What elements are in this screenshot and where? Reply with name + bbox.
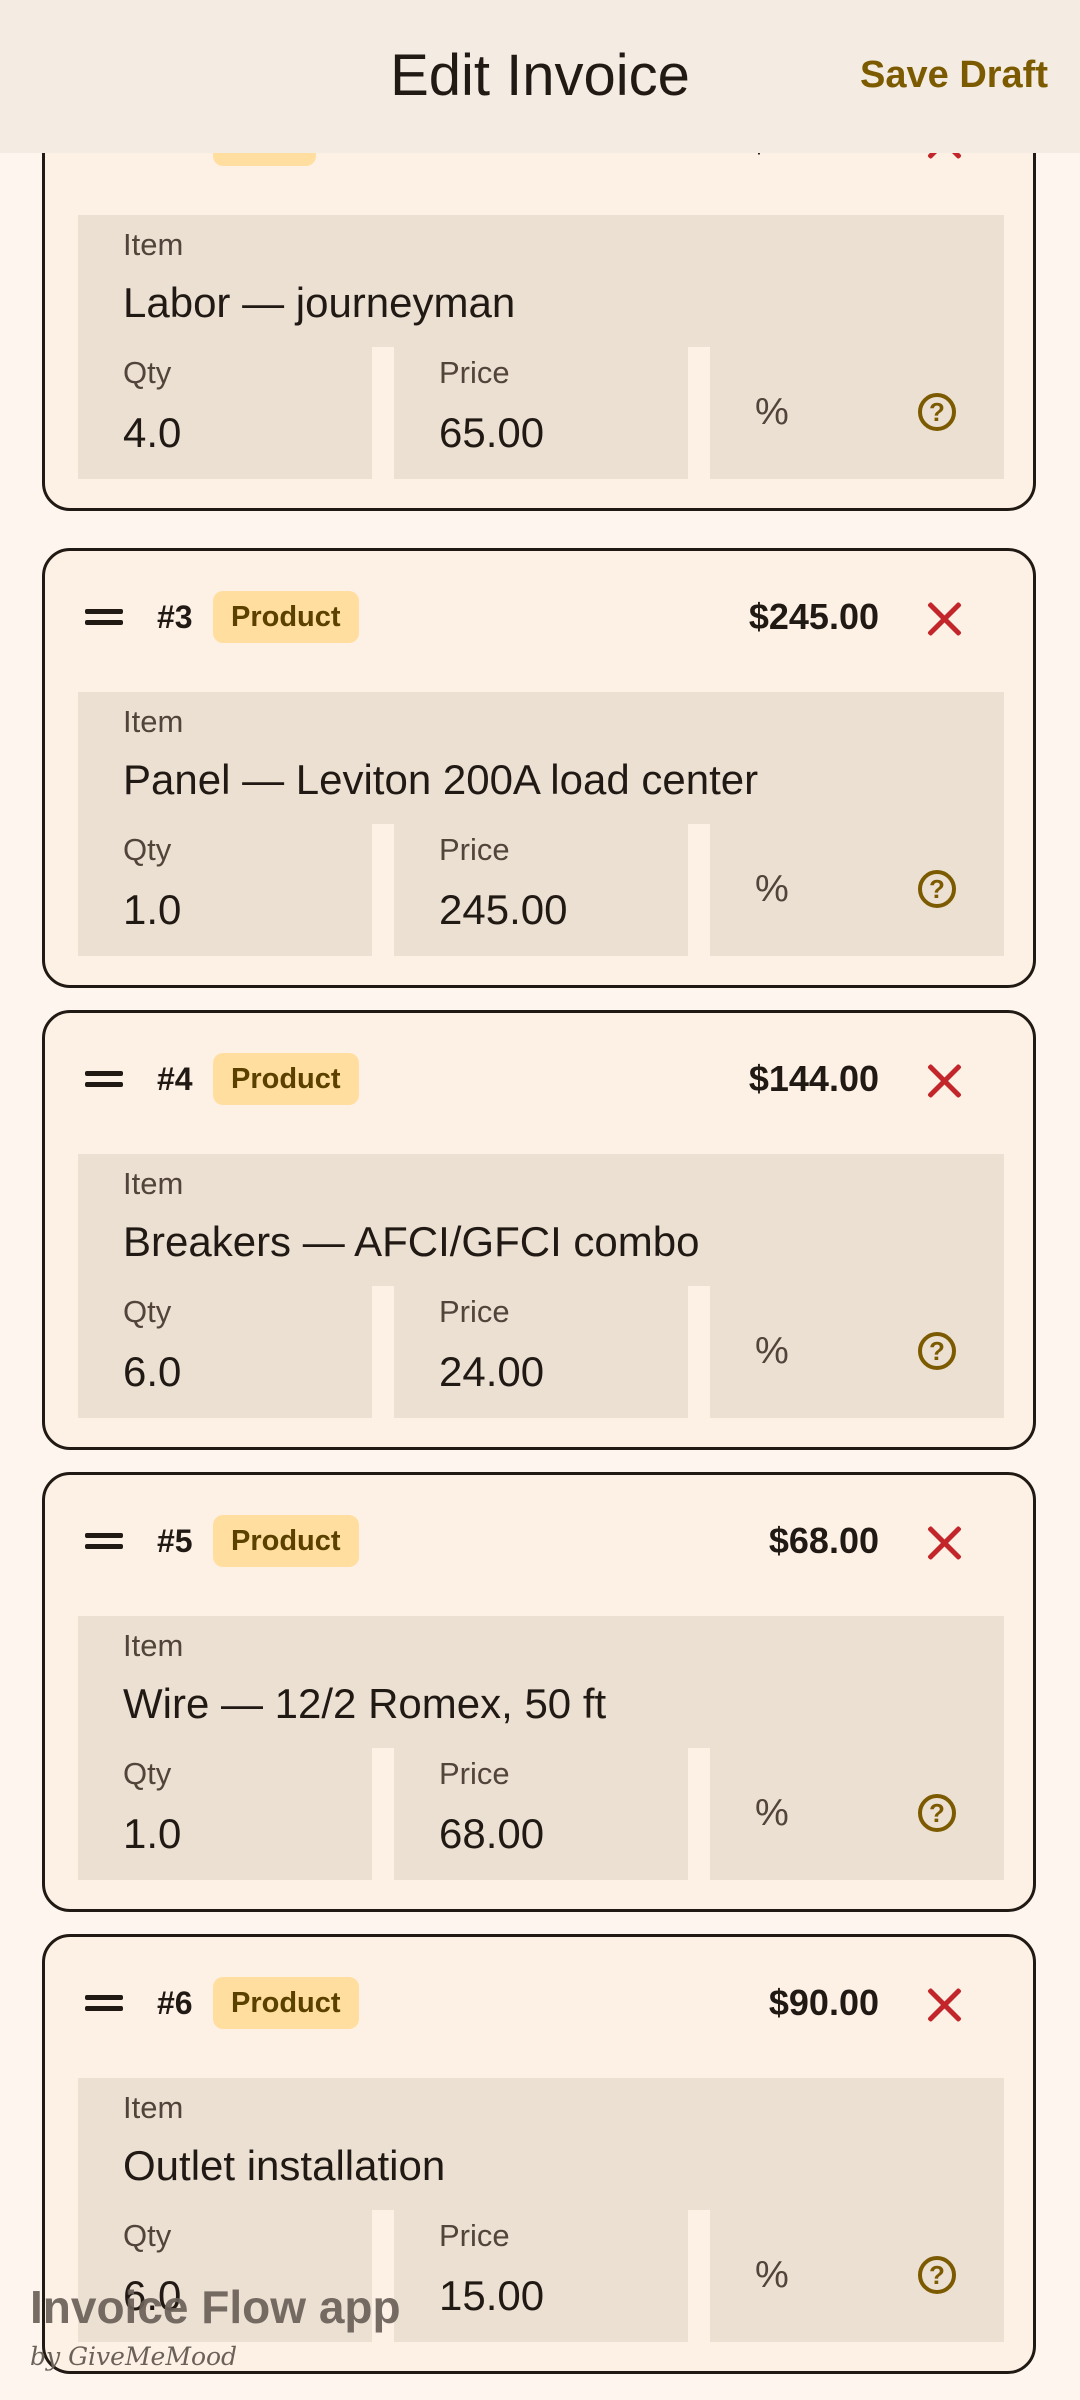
remove-item-icon[interactable] <box>927 1525 963 1561</box>
discount-field[interactable]: % ? <box>710 1286 1004 1418</box>
qty-field[interactable]: Qty 1.0 <box>78 1748 372 1880</box>
price-field[interactable]: Price 24.00 <box>394 1286 688 1418</box>
price-field[interactable]: Price 15.00 <box>394 2210 688 2342</box>
price-field-label: Price <box>439 832 510 867</box>
price-field-value: 15.00 <box>439 2272 545 2319</box>
price-field[interactable]: Price 68.00 <box>394 1748 688 1880</box>
line-item-number: #6 <box>157 1985 193 2021</box>
watermark-title: Invoice Flow app <box>30 2281 401 2333</box>
help-icon[interactable]: ? <box>918 2256 956 2294</box>
qty-field-value: 4.0 <box>123 409 182 456</box>
price-field[interactable]: Price 65.00 <box>394 347 688 479</box>
help-icon[interactable]: ? <box>918 393 956 431</box>
price-field-value: 245.00 <box>439 886 568 933</box>
discount-field[interactable]: % ? <box>710 824 1004 956</box>
item-field-value: Panel — Leviton 200A load center <box>123 756 759 803</box>
line-item-number: #4 <box>157 1061 193 1097</box>
line-item-total: $245.00 <box>748 596 879 637</box>
item-field-value: Wire — 12/2 Romex, 50 ft <box>123 1680 607 1727</box>
line-item-header: #6 Product $90.00 <box>45 1937 1033 2067</box>
item-field-value: Outlet installation <box>123 2142 446 2189</box>
line-item-header: #4 Product $144.00 <box>45 1013 1033 1143</box>
item-field[interactable]: Item Outlet installation <box>78 2078 1004 2210</box>
price-field-value: 65.00 <box>439 409 545 456</box>
drag-handle-icon[interactable] <box>85 1531 123 1551</box>
line-item-number: #5 <box>157 1523 193 1559</box>
percent-suffix: % <box>755 391 789 433</box>
item-field[interactable]: Item Wire — 12/2 Romex, 50 ft <box>78 1616 1004 1748</box>
remove-item-icon[interactable] <box>927 1063 963 1099</box>
item-field-label: Item <box>123 1166 184 1201</box>
help-icon[interactable]: ? <box>918 1332 956 1370</box>
drag-handle-icon[interactable] <box>85 1069 123 1089</box>
save-draft-button[interactable]: Save Draft <box>860 54 1048 97</box>
line-item-card: #5 Product $68.00 Item Wire — 12/2 Romex… <box>42 1472 1036 1912</box>
qty-field-label: Qty <box>123 1294 172 1329</box>
line-item-header: #3 Product $245.00 <box>45 551 1033 681</box>
line-item-card: #3 Product $245.00 Item Panel — Leviton … <box>42 548 1036 988</box>
line-item-total: $90.00 <box>768 1982 879 2023</box>
qty-field[interactable]: Qty 4.0 <box>78 347 372 479</box>
qty-field-label: Qty <box>123 2218 172 2253</box>
drag-handle-icon[interactable] <box>85 607 123 627</box>
price-field-label: Price <box>439 355 510 390</box>
item-field-label: Item <box>123 1628 184 1663</box>
item-field-label: Item <box>123 227 184 262</box>
item-type-badge: Product <box>213 1977 359 2029</box>
item-field-value: Breakers — AFCI/GFCI combo <box>123 1218 700 1265</box>
price-field-label: Price <box>439 1294 510 1329</box>
qty-field-value: 6.0 <box>123 1348 182 1395</box>
discount-field[interactable]: % ? <box>710 347 1004 479</box>
drag-handle-icon[interactable] <box>85 1993 123 2013</box>
item-field-label: Item <box>123 704 184 739</box>
qty-field-value: 1.0 <box>123 1810 182 1857</box>
item-field[interactable]: Item Panel — Leviton 200A load center <box>78 692 1004 824</box>
help-icon[interactable]: ? <box>918 1794 956 1832</box>
line-item-total: $144.00 <box>748 1058 879 1099</box>
remove-item-icon[interactable] <box>927 601 963 637</box>
qty-field-label: Qty <box>123 832 172 867</box>
discount-field[interactable]: % ? <box>710 1748 1004 1880</box>
qty-field[interactable]: Qty 1.0 <box>78 824 372 956</box>
qty-field-label: Qty <box>123 1756 172 1791</box>
line-items-list[interactable]: #2 Time $260.00 Item Labor — journeyman … <box>0 0 1080 2400</box>
price-field-value: 68.00 <box>439 1810 545 1857</box>
discount-field[interactable]: % ? <box>710 2210 1004 2342</box>
line-item-total: $68.00 <box>768 1520 879 1561</box>
price-field[interactable]: Price 245.00 <box>394 824 688 956</box>
price-field-value: 24.00 <box>439 1348 545 1395</box>
percent-suffix: % <box>755 1792 789 1834</box>
line-item-number: #3 <box>157 599 193 635</box>
item-type-badge: Product <box>213 1053 359 1105</box>
watermark: Invoice Flow app by GiveMeMood <box>30 2280 401 2371</box>
percent-suffix: % <box>755 1330 789 1372</box>
remove-item-icon[interactable] <box>927 1987 963 2023</box>
price-field-label: Price <box>439 1756 510 1791</box>
price-field-label: Price <box>439 2218 510 2253</box>
line-item-card: #4 Product $144.00 Item Breakers — AFCI/… <box>42 1010 1036 1450</box>
help-icon[interactable]: ? <box>918 870 956 908</box>
percent-suffix: % <box>755 868 789 910</box>
qty-field-value: 1.0 <box>123 886 182 933</box>
item-field[interactable]: Item Breakers — AFCI/GFCI combo <box>78 1154 1004 1286</box>
item-type-badge: Product <box>213 1515 359 1567</box>
line-item-header: #5 Product $68.00 <box>45 1475 1033 1605</box>
percent-suffix: % <box>755 2254 789 2296</box>
qty-field[interactable]: Qty 6.0 <box>78 1286 372 1418</box>
watermark-subtitle: by GiveMeMood <box>30 2342 238 2371</box>
qty-field-label: Qty <box>123 355 172 390</box>
item-type-badge: Product <box>213 591 359 643</box>
item-field-label: Item <box>123 2090 184 2125</box>
item-field-value: Labor — journeyman <box>123 279 516 326</box>
item-field[interactable]: Item Labor — journeyman <box>78 215 1004 347</box>
app-bar: Edit Invoice Save Draft <box>0 0 1080 153</box>
